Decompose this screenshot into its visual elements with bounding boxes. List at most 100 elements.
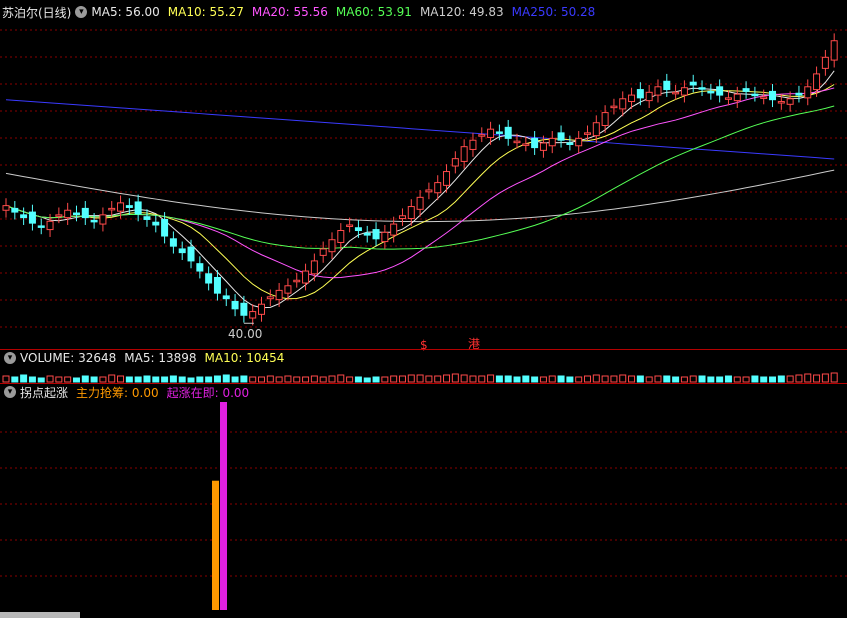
- volume-bar: [751, 375, 759, 383]
- volume-bar: [636, 375, 644, 383]
- ma-line: [5, 87, 835, 279]
- volume-bar: [769, 376, 777, 383]
- main-force-bar: [212, 480, 219, 610]
- volume-bar: [513, 376, 521, 383]
- candle-body: [416, 196, 424, 210]
- candle-body: [284, 285, 292, 294]
- volume-bar: [152, 376, 160, 383]
- price-chart[interactable]: [0, 0, 847, 348]
- candle-body: [354, 227, 362, 232]
- volume-bar: [504, 375, 512, 383]
- candle-body: [733, 93, 741, 102]
- volume-bar: [346, 376, 354, 383]
- candle-body: [72, 212, 80, 216]
- candle-body: [55, 214, 63, 217]
- candle-body: [161, 218, 169, 237]
- volume-bar: [777, 375, 785, 383]
- volume-bar: [125, 376, 133, 383]
- volume-bar: [434, 375, 442, 383]
- candle-body: [628, 94, 636, 103]
- candle-body: [381, 231, 389, 243]
- volume-bar: [416, 374, 424, 383]
- candle-body: [619, 98, 627, 110]
- volume-bar: [663, 375, 671, 383]
- volume-ma10: MA10: 10454: [204, 351, 285, 365]
- candle-body: [46, 220, 54, 231]
- volume-bar: [742, 376, 750, 383]
- volume-bar: [72, 377, 80, 383]
- volume-bar: [495, 375, 503, 383]
- candle-body: [11, 207, 19, 213]
- volume-bar: [733, 376, 741, 383]
- volume-bar: [249, 376, 257, 383]
- volume-bar: [795, 374, 803, 383]
- volume-bar: [117, 375, 125, 383]
- candle-body: [249, 311, 257, 319]
- candle-body: [548, 137, 556, 147]
- volume-bar: [548, 375, 556, 383]
- volume-bar: [830, 372, 838, 383]
- candle-body: [583, 132, 591, 135]
- volume-bar: [240, 375, 248, 383]
- volume-bar: [575, 376, 583, 383]
- volume-bar: [804, 373, 812, 383]
- candle-body: [363, 232, 371, 236]
- volume-bar: [592, 374, 600, 383]
- candle-body: [152, 221, 160, 226]
- volume-ma5: MA5: 13898: [124, 351, 197, 365]
- volume-bar: [610, 375, 618, 383]
- volume-bar: [813, 374, 821, 383]
- candle-body: [213, 276, 221, 294]
- candle-body: [504, 126, 512, 139]
- volume-bar: [81, 375, 89, 383]
- candle-body: [2, 205, 10, 211]
- candle-body: [786, 98, 794, 105]
- volume-bar: [293, 376, 301, 383]
- bottom-scrollbar[interactable]: [0, 612, 80, 618]
- candle-body: [478, 134, 486, 137]
- candle-body: [557, 132, 565, 141]
- chevron-down-icon[interactable]: ▾: [4, 386, 16, 398]
- volume-bar: [310, 375, 318, 383]
- candle-body: [592, 122, 600, 137]
- indicator-panel-header: ▾ 拐点起涨 主力抢筹: 0.00 起涨在即: 0.00: [0, 384, 257, 400]
- volume-bar: [557, 375, 565, 383]
- volume-bar: [187, 377, 195, 383]
- candle-body: [90, 219, 98, 223]
- volume-bar: [46, 375, 54, 383]
- candle-body: [469, 139, 477, 150]
- candle-body: [169, 238, 177, 247]
- chevron-down-icon[interactable]: ▾: [4, 352, 16, 364]
- candle-body: [187, 246, 195, 262]
- candle-body: [425, 189, 433, 193]
- volume-bar: [522, 375, 530, 383]
- candle-body: [795, 92, 803, 96]
- volume-bar: [760, 376, 768, 383]
- volume-bar: [363, 377, 371, 383]
- candle-body: [716, 86, 724, 96]
- candle-body: [398, 215, 406, 220]
- volume-bar: [407, 374, 415, 383]
- volume-bar: [143, 375, 151, 383]
- candle-body: [205, 273, 213, 284]
- ma-line: [5, 105, 835, 250]
- candle-body: [81, 207, 89, 219]
- volume-title: VOLUME: 32648: [20, 351, 117, 365]
- volume-bar: [689, 375, 697, 383]
- volume-bar: [222, 374, 230, 383]
- candle-body: [804, 86, 812, 99]
- candle-body: [830, 40, 838, 61]
- candle-body: [266, 296, 274, 300]
- volume-bar: [601, 375, 609, 383]
- volume-bar: [55, 376, 63, 383]
- candle-body: [760, 96, 768, 99]
- candle-body: [222, 295, 230, 300]
- candle-body: [240, 302, 248, 316]
- candle-body: [769, 90, 777, 101]
- volume-bar: [425, 375, 433, 383]
- volume-bar: [302, 376, 310, 383]
- candle-body: [178, 248, 186, 254]
- candle-body: [610, 105, 618, 109]
- candle-body: [821, 56, 829, 69]
- volume-bar: [284, 375, 292, 383]
